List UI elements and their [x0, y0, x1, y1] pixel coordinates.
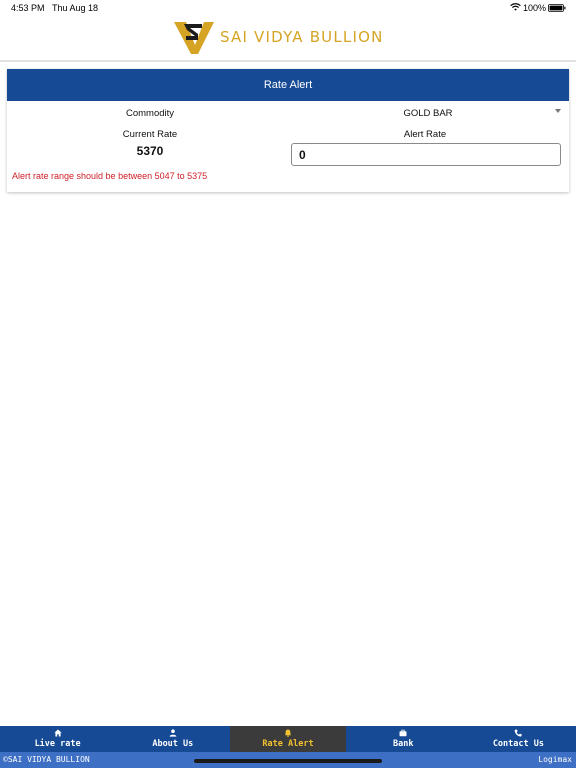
current-rate-label: Current Rate: [122, 129, 178, 140]
bottom-nav: Live rate About Us Rate Alert Bank Conta…: [0, 726, 576, 752]
nav-item-live-rate[interactable]: Live rate: [0, 726, 115, 752]
battery-icon: [548, 4, 566, 12]
status-time: 4:53 PM: [11, 3, 45, 13]
app-header: SAI VIDYA BULLION: [0, 16, 576, 62]
home-icon: [53, 729, 62, 737]
current-rate-value: 5370: [136, 144, 164, 158]
status-bar: 4:53 PM Thu Aug 18 100%: [0, 0, 576, 16]
nav-item-bank[interactable]: Bank: [346, 726, 461, 752]
nav-item-about-us[interactable]: About Us: [115, 726, 230, 752]
nav-label: About Us: [152, 739, 194, 749]
phone-icon: [515, 729, 523, 737]
wifi-icon: [510, 3, 521, 11]
nav-label: Contact Us: [492, 739, 544, 749]
footer-credit: Logimax: [538, 755, 572, 764]
bell-icon: [284, 729, 292, 737]
commodity-value: GOLD BAR: [403, 108, 453, 119]
rate-alert-card: Rate Alert Commodity GOLD BAR Current Ra…: [7, 69, 569, 192]
alert-rate-input[interactable]: [291, 143, 561, 166]
error-message: Alert rate range should be between 5047 …: [12, 171, 208, 181]
footer-copyright: ©SAI VIDYA BULLION: [3, 755, 90, 764]
battery-percent: 100%: [523, 3, 547, 13]
nav-item-rate-alert[interactable]: Rate Alert: [230, 726, 346, 752]
nav-label: Bank: [392, 739, 414, 749]
dropdown-caret-icon: [555, 109, 561, 113]
nav-label: Rate Alert: [262, 739, 314, 749]
status-date: Thu Aug 18: [52, 3, 99, 13]
brand-name: SAI VIDYA BULLION: [220, 28, 384, 46]
briefcase-icon: [399, 729, 407, 737]
card-title: Rate Alert: [7, 69, 569, 101]
person-icon: [169, 729, 177, 737]
commodity-label: Commodity: [125, 108, 175, 119]
alert-rate-label: Alert Rate: [403, 129, 447, 140]
commodity-dropdown[interactable]: GOLD BAR: [293, 105, 569, 121]
nav-item-contact-us[interactable]: Contact Us: [461, 726, 576, 752]
brand-logo: [174, 22, 214, 54]
nav-label: Live rate: [34, 739, 81, 749]
home-indicator[interactable]: [194, 759, 382, 763]
